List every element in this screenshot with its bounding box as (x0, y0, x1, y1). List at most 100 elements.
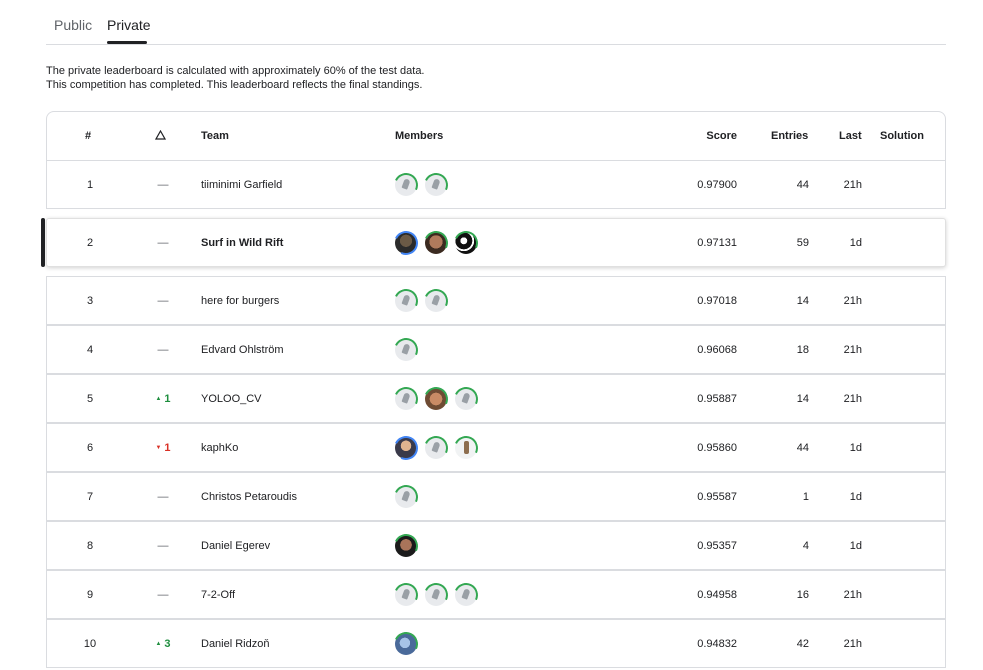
entries: 18 (796, 343, 809, 356)
rank: 8 (86, 539, 94, 552)
members (395, 387, 477, 410)
leaderboard-row[interactable]: 7 — Christos Petaroudis 0.95587 1 1d (46, 472, 946, 521)
avatar[interactable] (395, 632, 417, 655)
avatar[interactable] (425, 173, 447, 196)
column-rank[interactable]: # (85, 130, 91, 142)
rank-change-down: 1 (152, 442, 174, 454)
column-members: Members (395, 130, 444, 142)
avatar[interactable] (395, 485, 417, 508)
competition-completed-note: This competition has completed. This lea… (46, 79, 423, 91)
column-entries[interactable]: Entries (771, 130, 808, 142)
tab-public[interactable]: Public (54, 17, 92, 33)
avatar[interactable] (455, 583, 477, 606)
team-name[interactable]: 7-2-Off (201, 589, 235, 601)
members (395, 583, 477, 606)
members (395, 534, 417, 557)
avatar[interactable] (395, 436, 417, 459)
leaderboard-notes: The private leaderboard is calculated wi… (46, 64, 425, 92)
avatar[interactable] (395, 387, 417, 410)
last-submission: 21h (843, 392, 862, 405)
team-name[interactable]: Surf in Wild Rift (201, 237, 283, 249)
team-name[interactable]: tiiminimi Garfield (201, 179, 282, 191)
score: 0.96068 (697, 343, 737, 356)
members (395, 485, 417, 508)
rank: 5 (86, 392, 94, 405)
score: 0.97900 (697, 178, 737, 191)
leaderboard-row[interactable]: 9 — 7-2-Off 0.94958 16 21h (46, 570, 946, 619)
rank-change-up: 3 (152, 638, 174, 650)
leaderboard-row[interactable]: 3 — here for burgers 0.97018 14 21h (46, 276, 946, 325)
team-name[interactable]: YOLOO_CV (201, 393, 262, 405)
team-name[interactable]: Christos Petaroudis (201, 491, 297, 503)
rank-change: — (157, 490, 169, 503)
last-submission: 21h (843, 588, 862, 601)
rank-change-up: 1 (152, 393, 174, 405)
last-submission: 21h (843, 178, 862, 191)
avatar[interactable] (425, 387, 447, 410)
last-submission: 1d (849, 236, 862, 249)
leaderboard-header: # Team Members Score Entries Last Soluti… (46, 111, 946, 161)
members (395, 632, 417, 655)
leaderboard-row[interactable]: 1 — tiiminimi Garfield 0.97900 44 21h (46, 160, 946, 209)
rank: 9 (86, 588, 94, 601)
triangle-icon[interactable] (154, 129, 167, 143)
column-team[interactable]: Team (201, 130, 229, 142)
score: 0.95860 (697, 441, 737, 454)
leaderboard-row[interactable]: 6 1 kaphKo 0.95860 44 1d (46, 423, 946, 472)
members (395, 436, 477, 459)
leaderboard-row-highlighted[interactable]: 2 — Surf in Wild Rift 0.97131 59 1d (41, 218, 946, 267)
column-score[interactable]: Score (657, 130, 737, 142)
avatar[interactable] (395, 583, 417, 606)
last-submission: 1d (849, 490, 862, 503)
entries: 59 (796, 236, 809, 249)
avatar[interactable] (395, 289, 417, 312)
rank: 7 (86, 490, 94, 503)
private-leaderboard-note: The private leaderboard is calculated wi… (46, 65, 425, 77)
column-solution: Solution (880, 130, 924, 142)
avatar[interactable] (455, 387, 477, 410)
leaderboard-row[interactable]: 4 — Edvard Ohlström 0.96068 18 21h (46, 325, 946, 374)
rank: 2 (86, 236, 94, 249)
team-name[interactable]: Daniel Ridzoň (201, 638, 269, 650)
score: 0.95887 (697, 392, 737, 405)
score: 0.94958 (697, 588, 737, 601)
rank: 1 (86, 178, 94, 191)
avatar[interactable] (395, 173, 417, 196)
column-last[interactable]: Last (839, 130, 862, 142)
team-name[interactable]: here for burgers (201, 295, 279, 307)
rank-change: — (157, 236, 169, 249)
avatar[interactable] (395, 534, 417, 557)
team-name[interactable]: kaphKo (201, 442, 238, 454)
last-submission: 21h (843, 343, 862, 356)
avatar[interactable] (455, 231, 477, 254)
avatar[interactable] (425, 436, 447, 459)
rank: 6 (86, 441, 94, 454)
leaderboard-tabs: Public Private (46, 0, 946, 45)
score: 0.94832 (697, 637, 737, 650)
entries: 44 (796, 178, 809, 191)
rank: 4 (86, 343, 94, 356)
rank-change: — (157, 178, 169, 191)
leaderboard-row[interactable]: 10 3 Daniel Ridzoň 0.94832 42 21h (46, 619, 946, 668)
active-tab-indicator (107, 41, 147, 44)
tab-private[interactable]: Private (107, 17, 151, 33)
team-name[interactable]: Edvard Ohlström (201, 344, 284, 356)
leaderboard-row[interactable]: 8 — Daniel Egerev 0.95357 4 1d (46, 521, 946, 570)
avatar[interactable] (395, 338, 417, 361)
entries: 42 (796, 637, 809, 650)
avatar[interactable] (425, 231, 447, 254)
last-submission: 21h (843, 637, 862, 650)
avatar[interactable] (395, 231, 417, 254)
leaderboard-row[interactable]: 5 1 YOLOO_CV 0.95887 14 21h (46, 374, 946, 423)
members (395, 289, 447, 312)
rank: 3 (86, 294, 94, 307)
avatar[interactable] (425, 583, 447, 606)
entries: 4 (802, 539, 809, 552)
entries: 14 (796, 392, 809, 405)
avatar[interactable] (455, 436, 477, 459)
team-name[interactable]: Daniel Egerev (201, 540, 270, 552)
score: 0.95587 (697, 490, 737, 503)
entries: 16 (796, 588, 809, 601)
rank-change: — (157, 294, 169, 307)
avatar[interactable] (425, 289, 447, 312)
